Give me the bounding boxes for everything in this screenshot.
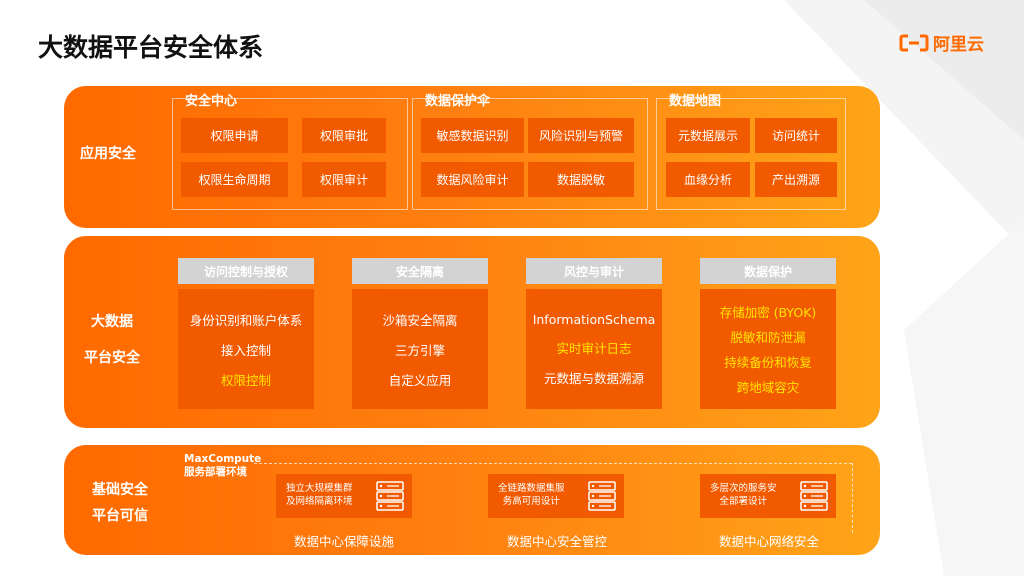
aliyun-logo-icon <box>899 34 929 51</box>
group-data-protection-umbrella: 数据保护伞 敏感数据识别 风险识别与预警 数据风险审计 数据脱敏 <box>412 94 648 210</box>
env-boundary-top <box>254 463 852 464</box>
col-item: 三方引擎 <box>394 342 445 358</box>
col-item: 身份识别和账户体系 <box>189 312 303 328</box>
base-security-label: 基础安全 平台可信 <box>92 477 148 529</box>
col-item-highlight: 实时审计日志 <box>556 340 632 356</box>
infra-caption: 数据中心网络安全 <box>718 534 819 549</box>
infra-caption: 数据中心保障设施 <box>293 534 394 549</box>
col-item-highlight: 跨地域容灾 <box>736 380 800 395</box>
infra-text: 全链路数据集服 务高可用设计 <box>498 483 565 509</box>
infra-box-cluster: 独立大规模集群 及网络隔离环境 <box>276 474 412 518</box>
infra-text: 独立大规模集群 及网络隔离环境 <box>286 483 353 509</box>
app-security-label: 应用安全 <box>80 146 136 162</box>
column-head-isolation: 安全隔离 <box>352 258 488 284</box>
bigdata-security-band: 大数据 平台安全 访问控制与授权 身份识别和账户体系 接入控制 权限控制 安全隔… <box>64 236 880 428</box>
cell-output-tracing: 产出溯源 <box>755 162 837 197</box>
infra-text-line2: 及网络隔离环境 <box>286 496 353 507</box>
infra-text: 多层次的服务安 全部署设计 <box>710 483 777 509</box>
aliyun-logo: 阿里云 <box>899 30 984 55</box>
env-boundary-right <box>852 463 853 533</box>
column-head-access-control: 访问控制与授权 <box>178 258 314 284</box>
page-title: 大数据平台安全体系 <box>38 33 264 62</box>
bigdata-label-line2: 平台安全 <box>84 350 140 366</box>
server-icon <box>588 481 616 511</box>
col-item: 接入控制 <box>220 342 271 358</box>
env-title-line2: 服务部署环境 <box>184 466 247 479</box>
column-body-risk-audit: InformationSchema 实时审计日志 元数据与数据溯源 <box>526 289 662 409</box>
bigdata-label-line1: 大数据 <box>91 314 133 330</box>
infra-text-line1: 全链路数据集服 <box>498 483 565 495</box>
col-item: InformationSchema <box>532 311 656 327</box>
server-icon <box>800 481 828 511</box>
app-security-band: 应用安全 安全中心 权限申请 权限审批 权限生命周期 权限审计 数据保护伞 敏感… <box>64 86 880 228</box>
cell-permission-approval: 权限审批 <box>302 118 386 153</box>
group-title: 数据保护伞 <box>425 94 491 109</box>
group-title: 数据地图 <box>669 94 722 109</box>
group-security-center: 安全中心 权限申请 权限审批 权限生命周期 权限审计 <box>172 94 408 210</box>
cell-access-stats: 访问统计 <box>755 118 837 153</box>
group-data-map: 数据地图 元数据展示 访问统计 血缘分析 产出溯源 <box>656 94 846 210</box>
col-item-highlight: 持续备份和恢复 <box>724 355 812 370</box>
bigdata-security-label: 大数据 平台安全 <box>84 304 140 376</box>
infra-box-service-deploy: 多层次的服务安 全部署设计 <box>700 474 836 518</box>
infra-text-line2: 全部署设计 <box>719 496 768 507</box>
column-body-access-control: 身份识别和账户体系 接入控制 权限控制 <box>178 289 314 409</box>
cell-data-masking: 数据脱敏 <box>528 162 634 197</box>
cell-risk-identify-warning: 风险识别与预警 <box>528 118 634 153</box>
col-item-highlight: 权限控制 <box>220 372 271 388</box>
cell-permission-lifecycle: 权限生命周期 <box>181 162 288 197</box>
cell-sensitive-data-identify: 敏感数据识别 <box>421 118 524 153</box>
base-label-line2: 平台可信 <box>92 508 148 524</box>
col-item: 自定义应用 <box>388 372 452 388</box>
env-title: MaxCompute 服务部署环境 <box>184 453 261 479</box>
col-item-highlight: 脱敏和防泄漏 <box>730 330 806 345</box>
logo-text: 阿里云 <box>933 35 984 55</box>
base-security-band: 基础安全 平台可信 MaxCompute 服务部署环境 独立大规模集群 及网络隔… <box>64 445 880 555</box>
column-head-data-protection: 数据保护 <box>700 258 836 284</box>
infra-text-line1: 多层次的服务安 <box>710 483 777 495</box>
group-title: 安全中心 <box>185 94 238 109</box>
col-item-highlight: 存储加密 (BYOK) <box>719 305 817 320</box>
cell-permission-request: 权限申请 <box>181 118 288 153</box>
infra-text-line1: 独立大规模集群 <box>286 483 353 495</box>
column-body-data-protection: 存储加密 (BYOK) 脱敏和防泄漏 持续备份和恢复 跨地域容灾 <box>700 289 836 409</box>
infra-box-availability: 全链路数据集服 务高可用设计 <box>488 474 624 518</box>
cell-metadata-display: 元数据展示 <box>666 118 750 153</box>
infra-caption: 数据中心安全管控 <box>506 534 607 549</box>
column-body-isolation: 沙箱安全隔离 三方引擎 自定义应用 <box>352 289 488 409</box>
env-title-line1: MaxCompute <box>184 453 262 465</box>
col-item: 沙箱安全隔离 <box>382 312 458 328</box>
infra-text-line2: 务高可用设计 <box>502 496 560 507</box>
column-head-risk-audit: 风控与审计 <box>526 258 662 284</box>
server-icon <box>376 481 404 511</box>
cell-data-risk-audit: 数据风险审计 <box>421 162 524 197</box>
cell-lineage-analysis: 血缘分析 <box>666 162 750 197</box>
cell-permission-audit: 权限审计 <box>302 162 386 197</box>
col-item: 元数据与数据溯源 <box>543 370 644 386</box>
base-label-line1: 基础安全 <box>92 482 148 498</box>
